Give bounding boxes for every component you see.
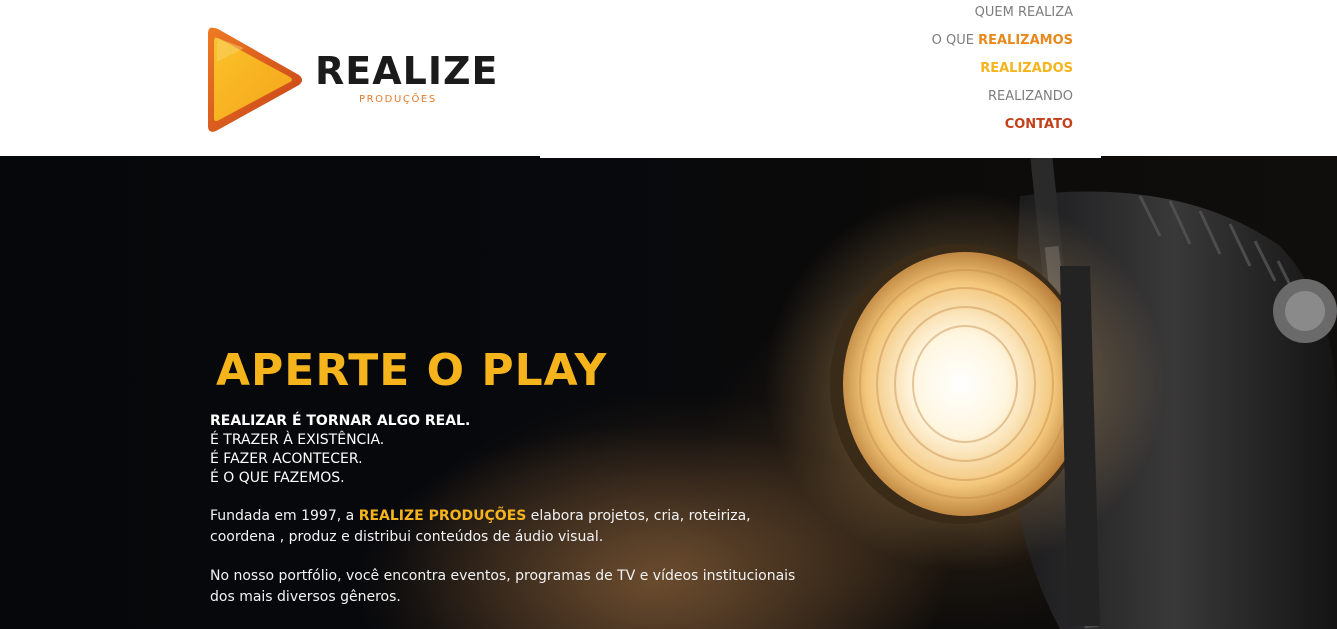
nav-realizados[interactable]: REALIZADOS <box>980 61 1073 77</box>
nav-contato-label: CONTATO <box>1004 117 1073 132</box>
portfolio-paragraph: No nosso portfólio, você encontra evento… <box>210 568 796 605</box>
nav-realizados-label: REALIZADOS <box>980 61 1073 76</box>
about-company-name: REALIZE PRODUÇÕES <box>358 508 527 524</box>
intro-line-1: REALIZAR É TORNAR ALGO REAL. <box>210 413 471 429</box>
about-paragraph: Fundada em 1997, a REALIZE PRODUÇÕES ela… <box>210 506 810 548</box>
nav-realizamos-label: REALIZAMOS <box>978 33 1073 48</box>
realize-logo[interactable]: REALIZE PRODUÇÕES <box>204 22 504 137</box>
intro-line-3: É FAZER ACONTECER. <box>210 451 363 467</box>
nav-quem-realiza-label: QUEM REALIZA <box>974 5 1073 20</box>
hero-intro: REALIZAR É TORNAR ALGO REAL. É TRAZER À … <box>210 412 470 488</box>
nav-divider <box>540 154 1101 158</box>
nav-realizando[interactable]: REALIZANDO <box>988 89 1073 105</box>
brand-tagline: PRODUÇÕES <box>359 94 437 105</box>
nav-quem-realiza[interactable]: QUEM REALIZA <box>975 5 1073 21</box>
spotlight-image <box>765 156 1337 629</box>
site-header: REALIZE PRODUÇÕES QUEM REALIZA O QUE REA… <box>0 0 1337 156</box>
about-text-start: Fundada em 1997, a <box>210 508 359 524</box>
intro-line-2: É TRAZER À EXISTÊNCIA. <box>210 432 385 448</box>
play-logo-icon <box>208 27 302 132</box>
nav-contato[interactable]: CONTATO <box>1005 117 1073 133</box>
nav-o-que-prefix: O QUE <box>931 33 979 48</box>
nav-o-que-realizamos[interactable]: O QUE REALIZAMOS <box>932 33 1073 49</box>
hero-headline: APERTE O PLAY <box>216 345 608 396</box>
hero-banner: APERTE O PLAY REALIZAR É TORNAR ALGO REA… <box>0 156 1337 629</box>
intro-line-4: É O QUE FAZEMOS. <box>210 470 345 486</box>
brand-name: REALIZE <box>315 49 499 93</box>
nav-realizando-label: REALIZANDO <box>988 89 1073 104</box>
